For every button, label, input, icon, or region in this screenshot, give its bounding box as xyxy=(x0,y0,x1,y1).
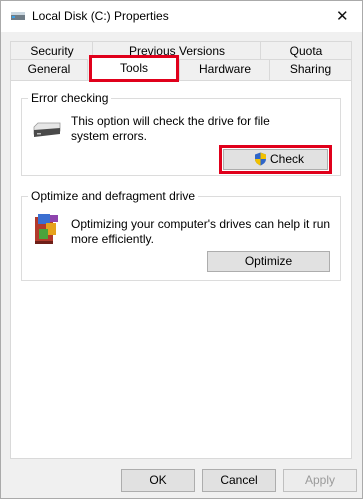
apply-button-label: Apply xyxy=(304,473,336,487)
properties-window: Local Disk (C:) Properties ✕ Security Pr… xyxy=(0,0,363,499)
window-title: Local Disk (C:) Properties xyxy=(32,9,169,23)
group-title: Optimize and defragment drive xyxy=(28,189,199,203)
group-title: Error checking xyxy=(28,91,112,105)
check-button[interactable]: Check xyxy=(219,145,332,174)
ok-button[interactable]: OK xyxy=(121,469,195,492)
defrag-icon xyxy=(35,214,58,244)
optimize-description: Optimizing your computer's drives can he… xyxy=(71,217,336,247)
close-button[interactable]: ✕ xyxy=(322,1,362,32)
cancel-button-label: Cancel xyxy=(220,473,258,487)
tab-label: Tools xyxy=(119,61,148,75)
uac-shield-icon xyxy=(255,152,266,166)
tab-label: General xyxy=(27,62,71,76)
tab-security[interactable]: Security xyxy=(10,41,94,60)
tab-hardware[interactable]: Hardware xyxy=(179,59,271,80)
tab-tools[interactable]: Tools xyxy=(89,55,179,82)
description-line: Optimizing your computer's drives can he… xyxy=(71,217,331,231)
close-icon: ✕ xyxy=(336,8,349,25)
tab-label: Quota xyxy=(289,44,323,58)
error-checking-group: Error checking This option will check th… xyxy=(21,91,341,176)
apply-button[interactable]: Apply xyxy=(283,469,357,492)
ok-button-label: OK xyxy=(149,473,167,487)
description-line: This option will check the drive for fil… xyxy=(71,114,270,128)
tab-sharing[interactable]: Sharing xyxy=(269,59,352,80)
description-line: system errors. xyxy=(71,129,148,143)
tab-label: Security xyxy=(30,44,74,58)
tab-quota[interactable]: Quota xyxy=(260,41,352,60)
optimize-group: Optimize and defragment drive Optimizing… xyxy=(21,189,341,281)
tab-label: Sharing xyxy=(289,62,332,76)
error-checking-description: This option will check the drive for fil… xyxy=(71,114,331,144)
title-bar[interactable]: Local Disk (C:) Properties ✕ xyxy=(1,1,362,32)
cancel-button[interactable]: Cancel xyxy=(202,469,276,492)
optimize-button-label: Optimize xyxy=(244,254,293,268)
tools-panel: Error checking This option will check th… xyxy=(10,80,352,459)
description-line: more efficiently. xyxy=(71,232,154,246)
tab-general[interactable]: General xyxy=(10,59,88,80)
check-button-label: Check xyxy=(270,152,305,166)
tab-label: Hardware xyxy=(198,62,252,76)
tab-strip: Security Previous Versions Quota General… xyxy=(1,32,362,82)
drive-icon xyxy=(33,122,61,137)
drive-icon xyxy=(11,12,25,20)
optimize-button[interactable]: Optimize xyxy=(207,251,330,272)
